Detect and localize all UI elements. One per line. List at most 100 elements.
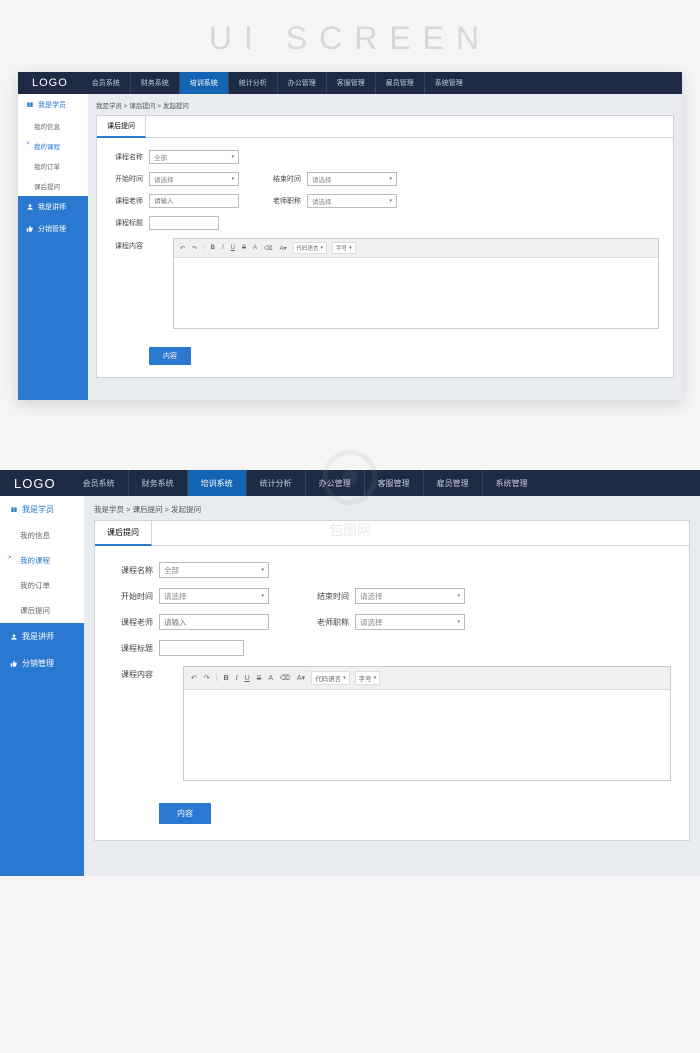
sidebar-item-info[interactable]: 我的信息 <box>0 523 84 548</box>
chevron-down-icon: ▾ <box>389 198 392 204</box>
nav-service[interactable]: 客服管理 <box>327 72 376 94</box>
nav-system[interactable]: 系统管理 <box>425 72 473 94</box>
book-icon <box>26 101 34 109</box>
tabs: 课后提问 <box>97 116 673 138</box>
sidebar-group-dist[interactable]: 分销管理 <box>0 650 84 677</box>
select-start-time[interactable]: 请选择 ▾ <box>159 588 269 604</box>
sidebar-item-questions[interactable]: 课后提问 <box>0 598 84 623</box>
tab-question[interactable]: 课后提问 <box>95 521 152 546</box>
sidebar: 我是学员 我的信息 我的课程 我的订单 课后提问 我是讲师 分销管理 <box>18 94 88 400</box>
sidebar-item-orders[interactable]: 我的订单 <box>0 573 84 598</box>
nav-service[interactable]: 客服管理 <box>365 470 424 496</box>
underline-icon[interactable]: U <box>230 245 236 251</box>
nav-members[interactable]: 会员系统 <box>70 470 129 496</box>
redo-icon[interactable]: ↷ <box>203 674 211 682</box>
nav-training[interactable]: 培训系统 <box>180 72 229 94</box>
input-teacher[interactable] <box>149 194 239 208</box>
rich-editor: ↶ ↷ | B I U S A ⌫ A▾ 代码语言▾ <box>183 666 671 781</box>
code-lang-select[interactable]: 代码语言▾ <box>311 671 350 685</box>
chevron-down-icon: ▾ <box>261 567 264 573</box>
main-content: 我是学员 > 课后提问 > 发起提问 课后提问 课程名称 全部 ▾ <box>84 496 700 876</box>
sidebar-group-teacher[interactable]: 我是讲师 <box>0 623 84 650</box>
nav-stats[interactable]: 统计分析 <box>229 72 278 94</box>
sidebar: 我是学员 我的信息 我的课程 我的订单 课后提问 我是讲师 分销管理 <box>0 496 84 876</box>
select-placeholder: 请选择 <box>360 591 383 602</box>
label-teacher: 课程老师 <box>111 196 143 206</box>
submit-button[interactable]: 内容 <box>149 347 191 365</box>
select-start-time[interactable]: 请选择 ▾ <box>149 172 239 186</box>
submit-button[interactable]: 内容 <box>159 803 211 824</box>
bold-icon[interactable]: B <box>210 245 216 251</box>
nav-finance[interactable]: 财务系统 <box>131 72 180 94</box>
nav-employee[interactable]: 雇员管理 <box>376 72 425 94</box>
logo: LOGO <box>0 476 70 491</box>
sidebar-group-label: 我是讲师 <box>38 202 66 212</box>
select-placeholder: 请选择 <box>312 196 332 206</box>
font-color-icon[interactable]: A <box>267 675 274 682</box>
label-course-name: 课程名称 <box>113 565 153 576</box>
topbar: LOGO 会员系统 财务系统 培训系统 统计分析 办公管理 客服管理 雇员管理 … <box>18 72 682 94</box>
nav-employee[interactable]: 雇员管理 <box>424 470 483 496</box>
chevron-down-icon: ▾ <box>457 619 460 625</box>
font-select[interactable]: 字号▾ <box>332 242 356 254</box>
font-size-icon[interactable]: A▾ <box>279 245 288 252</box>
select-course-name[interactable]: 全部 ▾ <box>149 150 239 164</box>
sidebar-item-courses[interactable]: 我的课程 <box>18 136 88 156</box>
sidebar-group-dist[interactable]: 分销管理 <box>18 218 88 240</box>
form: 课程名称 全部 ▾ 开始时间 请选择 ▾ <box>95 546 689 840</box>
font-color-icon[interactable]: A <box>252 245 258 251</box>
nav-system[interactable]: 系统管理 <box>483 470 541 496</box>
chevron-down-icon: ▾ <box>231 176 234 182</box>
underline-icon[interactable]: U <box>244 675 251 682</box>
form: 课程名称 全部 ▾ 开始时间 请选择 ▾ <box>97 138 673 377</box>
sidebar-item-info[interactable]: 我的信息 <box>18 116 88 136</box>
bold-icon[interactable]: B <box>223 675 230 682</box>
select-teacher-title[interactable]: 请选择 ▾ <box>355 614 465 630</box>
nav-stats[interactable]: 统计分析 <box>247 470 306 496</box>
editor-textarea[interactable] <box>184 690 670 780</box>
sidebar-group-label: 我是学员 <box>38 100 66 110</box>
select-teacher-title[interactable]: 请选择 ▾ <box>307 194 397 208</box>
nav-office[interactable]: 办公管理 <box>278 72 327 94</box>
main-content: 我是学员 > 课后提问 > 发起提问 课后提问 课程名称 全部 ▾ <box>88 94 682 400</box>
redo-icon[interactable]: ↷ <box>191 245 198 252</box>
nav-training[interactable]: 培训系统 <box>188 470 247 496</box>
strike-icon[interactable]: S <box>241 245 247 251</box>
sidebar-group-student[interactable]: 我是学员 <box>18 94 88 116</box>
label-end-time: 结束时间 <box>269 174 301 184</box>
font-size-icon[interactable]: A▾ <box>296 674 306 682</box>
nav-finance[interactable]: 财务系统 <box>129 470 188 496</box>
strike-icon[interactable]: S <box>256 675 263 682</box>
select-end-time[interactable]: 请选择 ▾ <box>307 172 397 186</box>
chevron-down-icon: ▾ <box>261 593 264 599</box>
chevron-down-icon: ▾ <box>231 154 234 160</box>
select-course-name[interactable]: 全部 ▾ <box>159 562 269 578</box>
sidebar-item-questions[interactable]: 课后提问 <box>18 176 88 196</box>
sidebar-item-courses[interactable]: 我的课程 <box>0 548 84 573</box>
select-placeholder: 请选择 <box>154 174 174 184</box>
font-select[interactable]: 字号▾ <box>355 671 381 685</box>
nav-office[interactable]: 办公管理 <box>306 470 365 496</box>
label-course-content: 课程内容 <box>111 238 143 251</box>
panel: 课后提问 课程名称 全部 ▾ 开始时间 <box>96 115 674 378</box>
label-course-name: 课程名称 <box>111 152 143 162</box>
sidebar-group-teacher[interactable]: 我是讲师 <box>18 196 88 218</box>
italic-icon[interactable]: I <box>221 245 225 251</box>
sidebar-group-student[interactable]: 我是学员 <box>0 496 84 523</box>
undo-icon[interactable]: ↶ <box>190 674 198 682</box>
input-course-title[interactable] <box>149 216 219 230</box>
tab-question[interactable]: 课后提问 <box>97 116 146 138</box>
sidebar-item-orders[interactable]: 我的订单 <box>18 156 88 176</box>
input-course-title[interactable] <box>159 640 244 656</box>
clear-format-icon[interactable]: ⌫ <box>263 245 273 252</box>
sidebar-group-label: 我是讲师 <box>22 631 54 642</box>
clear-format-icon[interactable]: ⌫ <box>279 674 291 682</box>
select-end-time[interactable]: 请选择 ▾ <box>355 588 465 604</box>
select-value: 全部 <box>154 152 167 162</box>
undo-icon[interactable]: ↶ <box>179 245 186 252</box>
nav-members[interactable]: 会员系统 <box>82 72 131 94</box>
input-teacher[interactable] <box>159 614 269 630</box>
code-lang-select[interactable]: 代码语言▾ <box>293 242 328 254</box>
editor-textarea[interactable] <box>174 258 658 328</box>
italic-icon[interactable]: I <box>235 675 239 682</box>
